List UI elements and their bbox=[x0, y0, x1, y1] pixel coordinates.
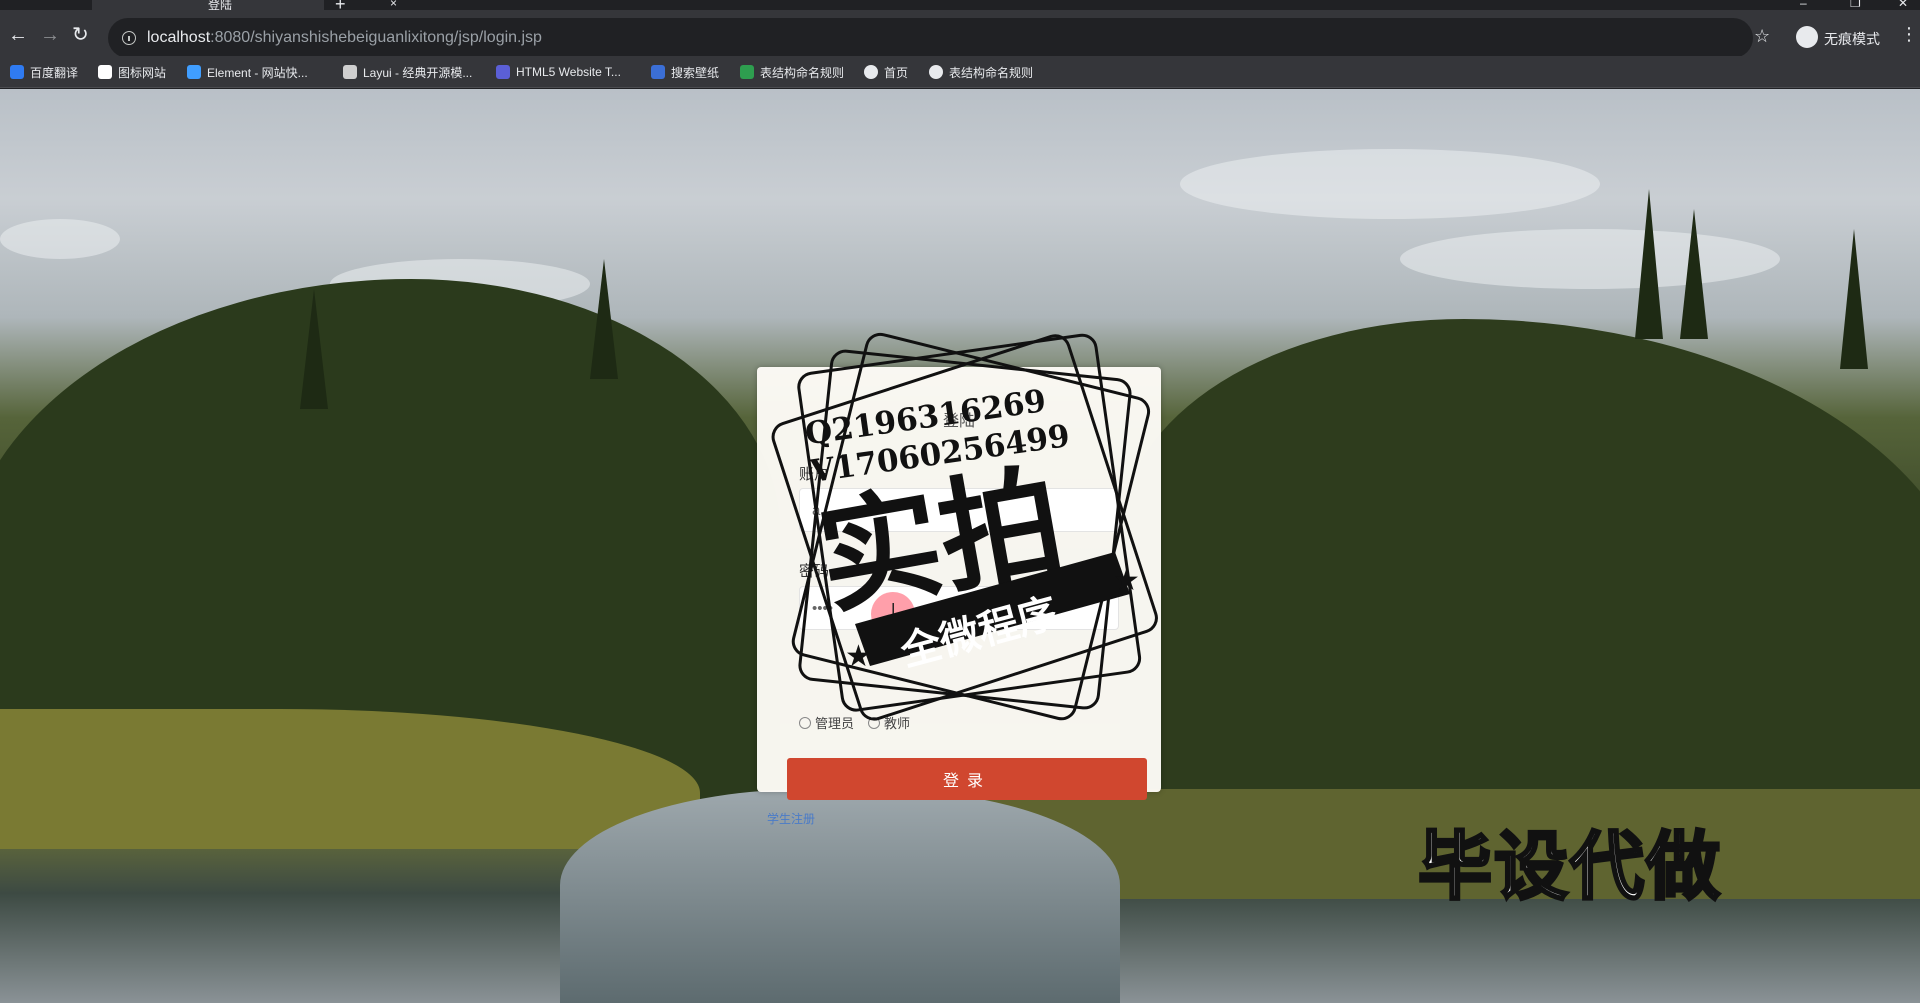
login-title: 登陆 bbox=[942, 413, 975, 430]
radio-icon[interactable] bbox=[868, 716, 881, 729]
role-admin[interactable]: 管理员 bbox=[799, 713, 854, 732]
html5-icon bbox=[496, 65, 510, 79]
element-icon bbox=[187, 65, 201, 79]
bookmark-label: 表结构命名规则 bbox=[760, 65, 845, 80]
login-page-background: 登陆 账户 密码 管理员 教师 登录 学生注册 I Q2196316269 V1… bbox=[0, 89, 1920, 1003]
url-text[interactable]: localhost:8080/shiyanshishebeiguanlixito… bbox=[147, 29, 542, 47]
bookmark-label: 图标网站 bbox=[118, 65, 167, 80]
login-button[interactable]: 登录 bbox=[787, 758, 1147, 800]
account-label: 账户 bbox=[799, 466, 830, 483]
bookmark-layui[interactable]: Layui - 经典开源模... bbox=[343, 64, 472, 80]
tab-strip: 登陆 × + – ❐ ✕ bbox=[0, 0, 1920, 14]
forward-icon[interactable]: → bbox=[40, 24, 60, 46]
bookmark-label: 首页 bbox=[884, 65, 909, 80]
role-teacher[interactable]: 教师 bbox=[868, 713, 910, 732]
incognito-icon[interactable] bbox=[1796, 26, 1818, 48]
pine-tree bbox=[590, 259, 618, 379]
active-tab[interactable]: 登陆 × bbox=[92, 0, 397, 12]
bookmark-element[interactable]: Element - 网站快... bbox=[187, 64, 308, 80]
pine-tree bbox=[300, 289, 328, 409]
bookmark-table-naming-2[interactable]: 表结构命名规则 bbox=[929, 64, 1033, 80]
bookmark-table-naming[interactable]: 表结构命名规则 bbox=[740, 64, 844, 80]
bookmark-label: Layui - 经典开源模... bbox=[363, 65, 473, 80]
pine-tree bbox=[1680, 209, 1708, 339]
bookmark-html5[interactable]: HTML5 Website T... bbox=[496, 64, 621, 80]
role-label: 管理员 bbox=[815, 716, 855, 731]
cloud bbox=[0, 219, 120, 259]
tab-close-icon[interactable]: × bbox=[390, 0, 397, 10]
minimize-icon[interactable]: – bbox=[1800, 0, 1807, 10]
bookmark-wallpaper[interactable]: 搜索壁纸 bbox=[651, 64, 719, 80]
river bbox=[560, 789, 1120, 1003]
corner-watermark: 毕设代做 bbox=[1417, 823, 1722, 912]
text-cursor-icon: I bbox=[891, 601, 896, 618]
cloud bbox=[1400, 229, 1780, 289]
student-register-link[interactable]: 学生注册 bbox=[767, 810, 815, 827]
url-host: localhost bbox=[147, 29, 211, 46]
url-path: :8080/shiyanshishebeiguanlixitong/jsp/lo… bbox=[210, 29, 542, 46]
close-window-icon[interactable]: ✕ bbox=[1898, 0, 1908, 10]
cloud bbox=[1180, 149, 1600, 219]
wallpaper-icon bbox=[651, 65, 665, 79]
bookmark-label: 百度翻译 bbox=[30, 65, 79, 80]
password-label: 密码 bbox=[799, 563, 830, 580]
account-input[interactable] bbox=[799, 488, 1119, 532]
translate-icon bbox=[10, 65, 24, 79]
sheet-icon bbox=[740, 65, 754, 79]
site-info-icon[interactable] bbox=[122, 31, 136, 45]
radio-icon[interactable] bbox=[799, 716, 811, 729]
menu-kebab-icon[interactable]: ⋮ bbox=[1900, 24, 1918, 45]
password-input[interactable] bbox=[799, 586, 1119, 630]
reload-icon[interactable]: ↻ bbox=[72, 24, 89, 46]
pine-tree bbox=[1635, 189, 1663, 339]
bookmark-label: 搜索壁纸 bbox=[671, 65, 720, 80]
bookmark-star-icon[interactable]: ☆ bbox=[1754, 26, 1770, 47]
pine-tree bbox=[1840, 229, 1868, 369]
globe-icon bbox=[864, 65, 878, 79]
bookmark-label: HTML5 Website T... bbox=[516, 65, 621, 79]
bookmark-label: Element - 网站快... bbox=[207, 65, 308, 80]
flag-icon bbox=[98, 65, 112, 79]
login-card: 登陆 账户 密码 管理员 教师 登录 学生注册 bbox=[757, 367, 1161, 826]
bookmark-label: 表结构命名规则 bbox=[949, 65, 1034, 80]
forest-right bbox=[1120, 319, 1920, 859]
bookmark-icon-site[interactable]: 图标网站 bbox=[98, 64, 166, 80]
incognito-label[interactable]: 无痕模式 bbox=[1824, 29, 1880, 49]
restore-icon[interactable]: ❐ bbox=[1850, 0, 1861, 10]
bookmark-baidu-translate[interactable]: 百度翻译 bbox=[10, 64, 78, 80]
globe-icon bbox=[929, 65, 943, 79]
role-label: 教师 bbox=[884, 716, 911, 731]
role-radio-group: 管理员 教师 bbox=[799, 713, 910, 732]
layui-icon bbox=[343, 65, 357, 79]
back-icon[interactable]: ← bbox=[8, 24, 28, 46]
bookmarks-bar: 百度翻译 图标网站 Element - 网站快... Layui - 经典开源模… bbox=[0, 56, 1920, 88]
bookmark-home[interactable]: 首页 bbox=[864, 64, 908, 80]
